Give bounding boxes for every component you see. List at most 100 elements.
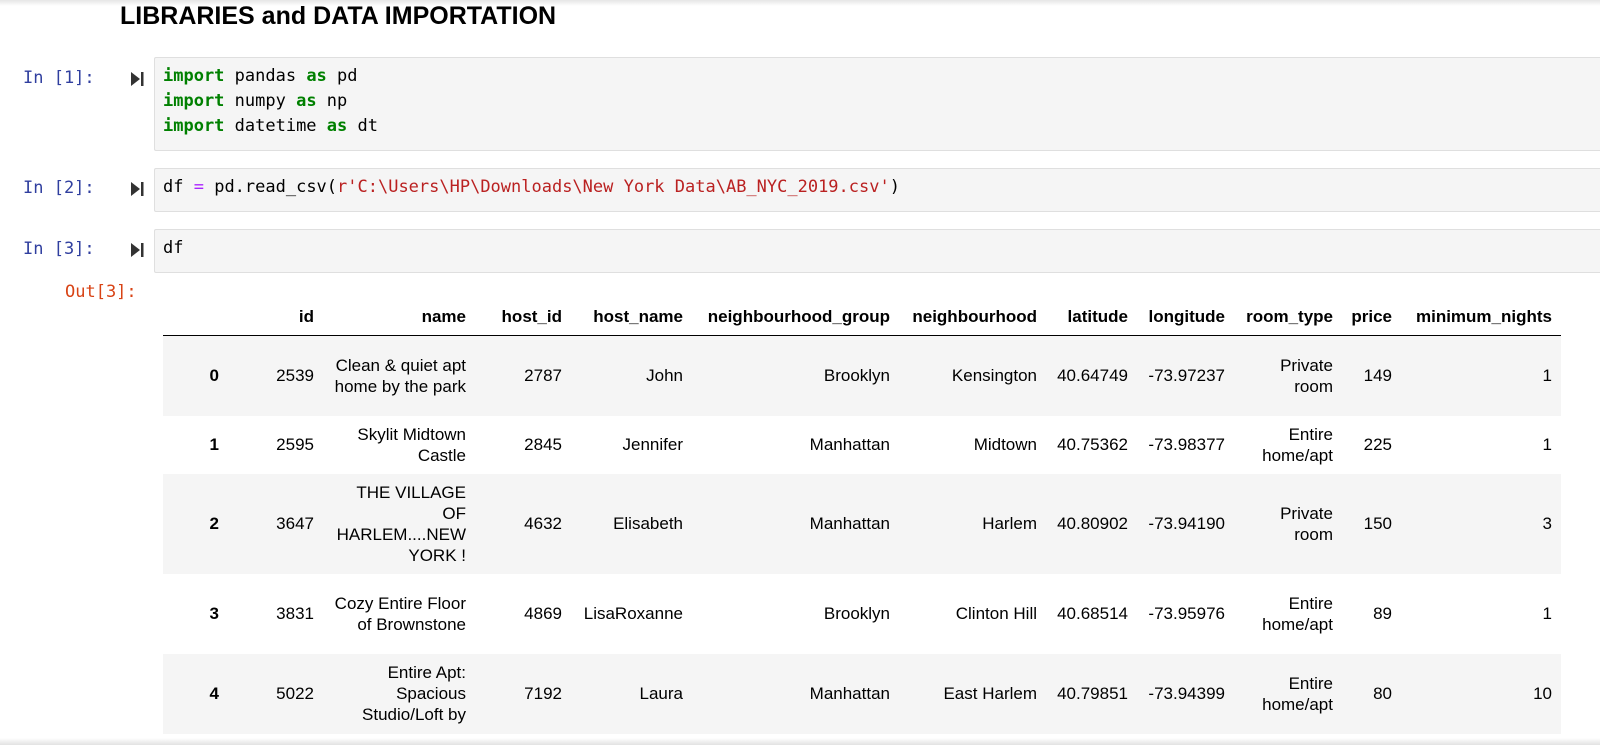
code-cell-2[interactable]: df = pd.read_csv(r'C:\Users\HP\Downloads… [154,168,1600,212]
table-cell: Elisabeth [613,514,683,533]
table-cell: Entire home/apt [1262,593,1333,634]
bottom-scrollbar[interactable] [0,738,1600,745]
table-cell: 40.79851 [1057,684,1128,703]
output-prompt: Out[3]: [65,282,137,302]
column-header: longitude [1137,297,1234,336]
table-cell: Brooklyn [823,604,890,623]
table-cell: 40.64749 [1057,366,1128,386]
code-line: import datetime as dt [163,114,1600,139]
code-line: import pandas as pd [163,64,1600,89]
table-cell: 80 [1373,684,1392,703]
table-cell: 1 [1542,604,1552,623]
code-token: dt [347,116,378,136]
table-cell: Manhattan [809,684,890,703]
table-cell: John [646,366,683,386]
table-cell: 10 [1533,684,1552,703]
code-token: df [163,177,194,197]
table-cell: -73.94399 [1148,684,1225,703]
cell-1-prompt: In [1]: [23,68,95,88]
column-header: neighbourhood_group [692,297,899,336]
table-cell: 40.68514 [1057,604,1128,623]
run-icon [131,72,144,86]
table-cell: Brooklyn [823,366,890,386]
table-row: 3 3831 Cozy Entire Floor of Brownstone 4869… [163,573,1561,654]
table-cell: Manhattan [809,514,890,533]
run-cell-1-button[interactable] [129,70,145,88]
code-cell-1[interactable]: import pandas as pd import numpy as np imp… [154,57,1600,151]
table-cell: 2595 [276,435,314,454]
code-token: as [296,91,317,111]
table-cell: Jennifer [622,435,683,454]
table-cell: Manhattan [809,435,890,454]
code-token: as [306,66,327,86]
table-cell: 4869 [524,604,562,623]
table-cell: LisaRoxanne [583,604,683,623]
table-row: 0 2539 Clean & quiet apt home by the park 2… [163,335,1561,416]
table-cell: -73.97237 [1148,366,1225,386]
code-token: np [316,91,348,111]
table-cell: 3 [1542,514,1552,533]
notebook-page: LIBRARIES and DATA IMPORTATION In [1]: i… [0,0,1600,745]
column-header: latitude [1046,297,1137,336]
table-cell: Clinton Hill [955,604,1037,623]
code-token: pandas [224,66,307,86]
table-cell: 2845 [524,435,562,454]
column-header: room_type [1234,297,1342,336]
code-line: df = pd.read_csv(r'C:\Users\HP\Downloads… [163,175,1600,200]
code-token: as [326,116,348,136]
row-index: 1 [209,435,219,454]
table-cell: Entire home/apt [1262,424,1333,465]
table-cell: 40.75362 [1057,435,1128,454]
code-token: pd.read_csv( [203,177,338,197]
table-cell: Harlem [982,514,1037,533]
run-cell-2-button[interactable] [129,180,145,198]
column-header: name [323,297,475,336]
column-header [163,297,228,336]
table-cell: 89 [1373,604,1392,623]
code-token: import [163,116,225,136]
code-token: numpy [224,91,297,111]
cell-2-prompt: In [2]: [23,178,95,198]
table-cell: Clean & quiet apt home by the park [334,355,466,396]
code-token: = [193,177,204,197]
code-cell-3[interactable]: df [154,229,1600,273]
table-cell: 3831 [276,604,314,623]
run-cell-3-button[interactable] [129,241,145,259]
table-cell: 7192 [524,684,562,703]
code-token: import [163,66,225,86]
run-icon [131,182,144,196]
table-row: 2 3647 THE VILLAGE OF HARLEM....NEW YORK !… [163,473,1561,574]
table-cell: 1 [1542,435,1552,454]
table-cell: 150 [1363,514,1392,533]
table-cell: East Harlem [943,684,1037,703]
table-row: 4 5022 Entire Apt: Spacious Studio/Loft by… [163,653,1561,734]
code-token: pd [326,66,358,86]
column-header: host_id [475,297,571,336]
row-index: 2 [209,514,219,533]
table-cell: 225 [1363,435,1392,454]
table-cell: Skylit Midtown Castle [357,424,466,465]
dataframe-table: id name host_id host_name neighbourhood_grou… [163,297,1561,734]
column-header: neighbourhood [899,297,1046,336]
table-cell: 3647 [276,514,314,533]
section-heading: LIBRARIES and DATA IMPORTATION [120,2,557,30]
row-index: 4 [209,684,219,703]
table-cell: Laura [639,684,683,703]
column-header: id [228,297,323,336]
table-cell: THE VILLAGE OF HARLEM....NEW YORK ! [336,482,466,565]
table-cell: 40.80902 [1057,514,1128,533]
table-header-row: id name host_id host_name neighbourhood_grou… [163,297,1561,336]
table-row: 1 2595 Skylit Midtown Castle 2845 Jennifer Ma… [163,415,1561,474]
table-cell: Private room [1280,503,1333,544]
table-cell: Midtown [973,435,1037,454]
code-token: import [163,91,225,111]
table-cell: Entire home/apt [1262,673,1333,714]
table-cell: -73.94190 [1148,514,1225,533]
table-cell: 149 [1363,366,1392,386]
code-token: ) [889,177,900,197]
table-cell: Kensington [951,366,1037,386]
table-cell: Entire Apt: Spacious Studio/Loft by [362,663,466,724]
table-cell: Cozy Entire Floor of Brownstone [334,593,466,634]
table-cell: 5022 [276,684,314,703]
code-line: import numpy as np [163,89,1600,114]
